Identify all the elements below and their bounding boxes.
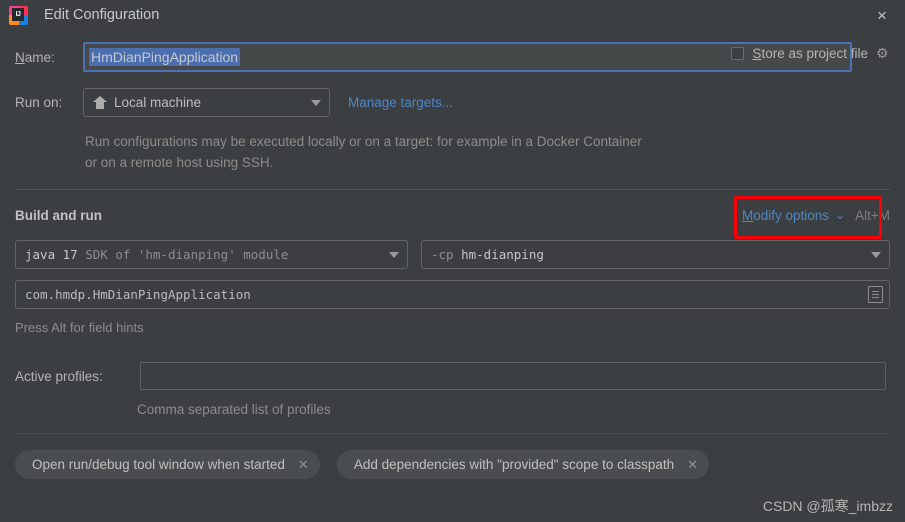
store-as-project-file-checkbox[interactable] xyxy=(731,47,745,60)
name-input-value: HmDianPingApplication xyxy=(89,48,241,66)
chevron-down-icon[interactable] xyxy=(303,99,329,106)
build-and-run-title: Build and run xyxy=(15,207,102,223)
classpath-dropdown[interactable]: -cp hm-dianping xyxy=(421,240,890,269)
classpath-module: hm-dianping xyxy=(453,247,544,262)
classpath-flag: -cp xyxy=(431,247,454,262)
option-chips: Open run/debug tool window when started … xyxy=(0,450,905,479)
jdk-value: java 17 SDK of 'hm-dianping' module xyxy=(25,247,288,262)
intellij-idea-icon: IJ xyxy=(9,5,28,25)
run-on-dropdown[interactable]: Local machine xyxy=(83,88,330,117)
manage-targets-link[interactable]: Manage targets... xyxy=(348,95,453,110)
classpath-value: -cp hm-dianping xyxy=(431,247,544,262)
field-hints-text: Press Alt for field hints xyxy=(15,320,144,335)
chip-open-run-debug-tool-window[interactable]: Open run/debug tool window when started … xyxy=(15,450,320,479)
chip-label: Open run/debug tool window when started xyxy=(32,457,285,472)
jdk-dropdown[interactable]: java 17 SDK of 'hm-dianping' module xyxy=(15,240,408,269)
section-separator-bottom xyxy=(15,433,890,434)
section-separator-top xyxy=(15,189,890,190)
jdk-value-module: SDK of 'hm-dianping' module xyxy=(77,247,289,262)
store-as-project-file-row[interactable]: Store as project file ⚙ xyxy=(731,46,891,61)
active-profiles-label: Active profiles: xyxy=(15,368,103,384)
name-label-mnemonic: N xyxy=(15,49,25,65)
store-as-project-file-label: Store as project file xyxy=(752,46,868,61)
run-on-row: Run on: Local machine Manage targets... xyxy=(0,88,905,117)
name-label: Name: xyxy=(15,50,83,65)
chip-add-provided-dependencies[interactable]: Add dependencies with "provided" scope t… xyxy=(336,450,710,479)
close-icon[interactable]: × xyxy=(859,0,905,30)
chevron-down-icon[interactable] xyxy=(863,251,889,258)
build-and-run-header: Build and run Modify options ⌄ Alt+M xyxy=(0,195,905,239)
window-title: Edit Configuration xyxy=(44,7,160,23)
main-class-input[interactable]: com.hmdp.HmDianPingApplication xyxy=(15,280,890,309)
title-bar: IJ Edit Configuration × xyxy=(0,0,905,30)
active-profiles-hint: Comma separated list of profiles xyxy=(137,402,331,417)
modify-options-link[interactable]: Modify options xyxy=(742,208,829,223)
gear-icon[interactable]: ⚙ xyxy=(876,46,891,61)
chevron-down-icon[interactable] xyxy=(381,251,407,258)
run-on-label: Run on: xyxy=(15,95,63,110)
home-icon xyxy=(93,96,107,109)
watermark: CSDN @孤寒_imbzz xyxy=(762,498,893,514)
list-browse-icon[interactable] xyxy=(868,286,883,303)
run-on-description: Run configurations may be executed local… xyxy=(85,134,642,170)
run-on-selected-value: Local machine xyxy=(114,95,202,110)
close-icon[interactable]: ✕ xyxy=(298,458,309,471)
modify-options-mnemonic: M xyxy=(741,207,754,223)
main-class-value: com.hmdp.HmDianPingApplication xyxy=(25,287,251,302)
chevron-down-icon[interactable]: ⌄ xyxy=(835,208,845,222)
modify-options-group: Modify options ⌄ Alt+M xyxy=(733,195,890,239)
modify-options-text: odify options xyxy=(753,207,830,223)
name-label-text: ame: xyxy=(24,49,55,65)
main-class-row: com.hmdp.HmDianPingApplication xyxy=(0,280,905,309)
jdk-and-classpath-row: java 17 SDK of 'hm-dianping' module -cp … xyxy=(0,240,905,269)
active-profiles-row: Active profiles: xyxy=(0,362,905,390)
chip-label: Add dependencies with "provided" scope t… xyxy=(353,457,675,472)
store-label-text: tore as project file xyxy=(761,46,868,61)
close-icon[interactable]: ✕ xyxy=(687,458,698,471)
active-profiles-input[interactable] xyxy=(140,362,886,390)
modify-options-shortcut: Alt+M xyxy=(855,207,890,223)
jdk-value-version: java 17 xyxy=(25,247,78,262)
